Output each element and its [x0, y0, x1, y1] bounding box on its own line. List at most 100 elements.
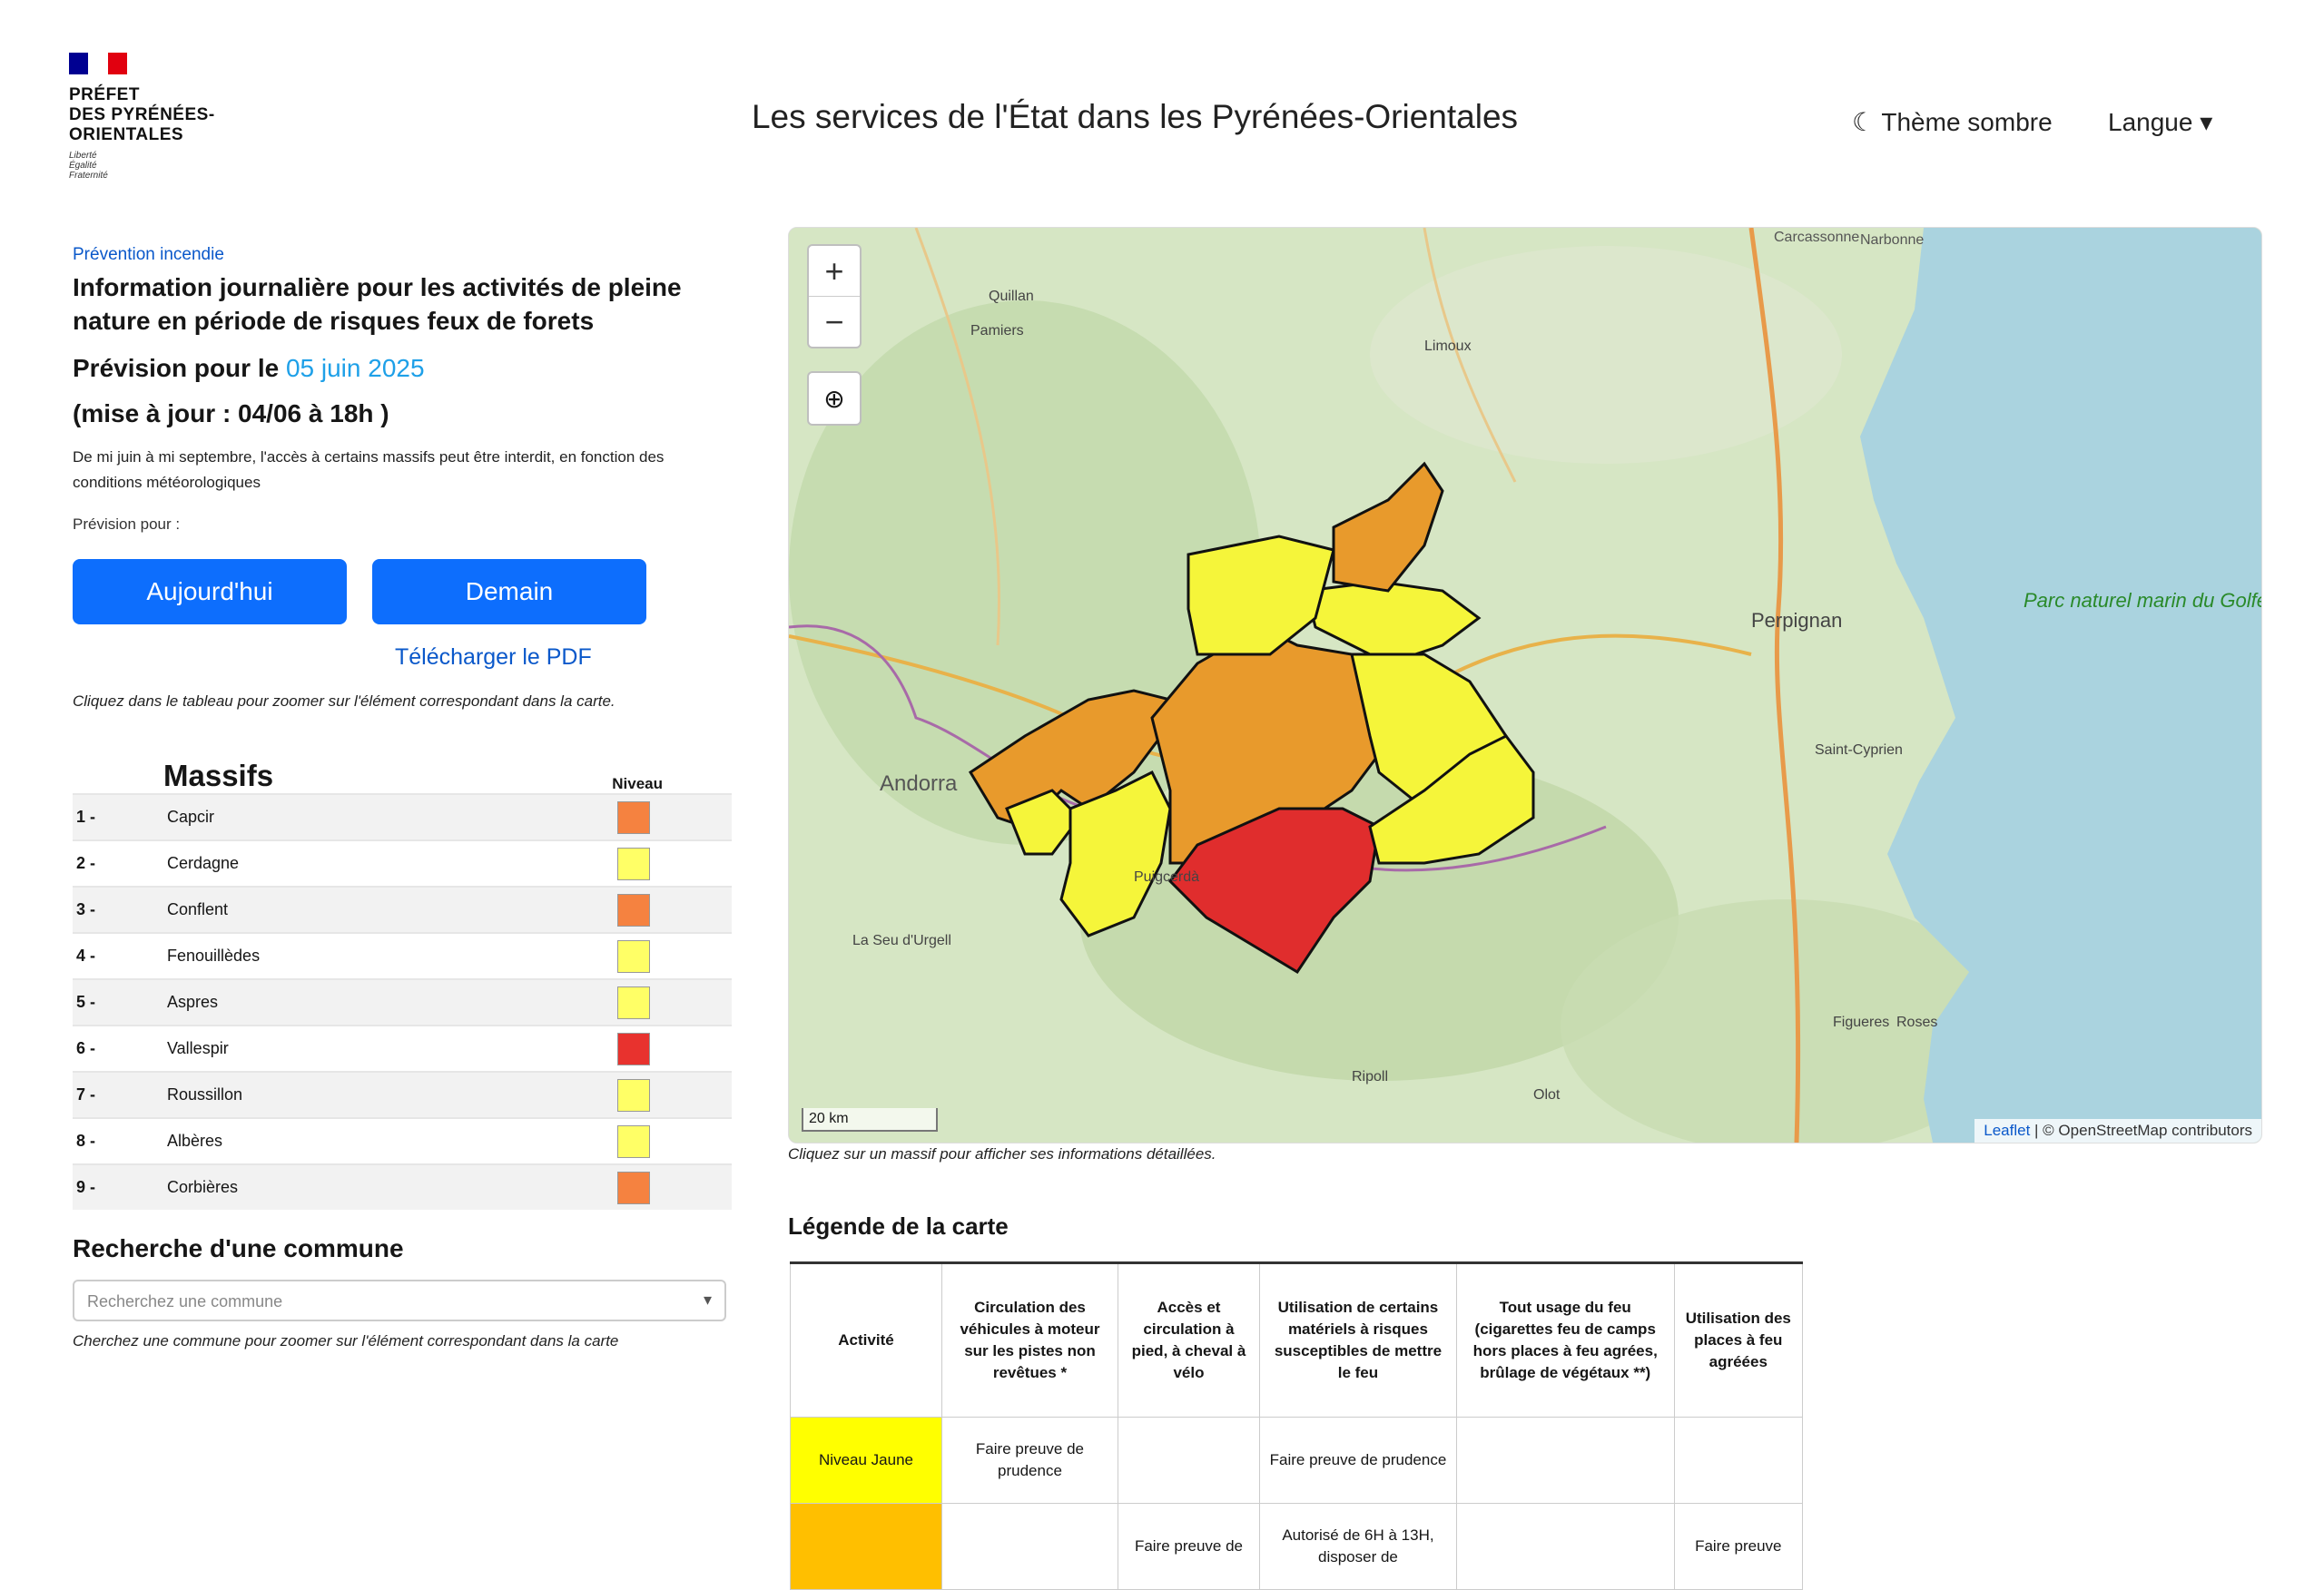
level-header: Niveau: [612, 775, 663, 792]
kicker-link[interactable]: Prévention incendie: [73, 245, 732, 265]
massif-number: 1 -: [76, 808, 96, 826]
map-label-quillan: Quillan: [989, 289, 1034, 304]
map-label-perpignan: Perpignan: [1751, 609, 1842, 632]
massif-name: Corbières: [167, 1178, 239, 1196]
forecast-for-label: Prévision pour :: [73, 515, 181, 533]
commune-search-hint: Cherchez une commune pour zoomer sur l'é…: [73, 1332, 619, 1350]
map-canvas[interactable]: Carcassonne Narbonne Perpignan Andorra S…: [789, 228, 2261, 1143]
forecast-panel: Prévention incendie Information journali…: [73, 245, 732, 711]
legend-header-acces: Accès et circulation à pied, à cheval à …: [1117, 1261, 1261, 1418]
osm-attribution: | © OpenStreetMap contributors: [2034, 1122, 2252, 1139]
legend-header-feu: Tout usage du feu (cigarettes feu de cam…: [1455, 1261, 1675, 1418]
legend-cell: Faire preuve: [1673, 1503, 1804, 1590]
logo-devise: Liberté Égalité Fraternité: [69, 151, 108, 181]
massif-number: 5 -: [76, 993, 96, 1011]
level-swatch: [617, 986, 650, 1019]
risk-map[interactable]: Carcassonne Narbonne Perpignan Andorra S…: [788, 227, 2262, 1143]
level-swatch: [617, 1078, 650, 1112]
massif-name: Cerdagne: [167, 854, 240, 872]
level-swatch: [617, 847, 650, 880]
download-pdf-link[interactable]: Télécharger le PDF: [395, 644, 732, 671]
map-label-andorra: Andorra: [880, 771, 958, 796]
legend-cell: Faire preuve de prudence: [941, 1417, 1118, 1504]
page-heading: Information journalière pour les activit…: [73, 273, 682, 335]
legend-table: Activité Circulation des véhicules à mot…: [790, 1261, 1804, 1590]
level-swatch: [617, 800, 650, 834]
legend-cell: [1117, 1417, 1261, 1504]
update-time: (mise à jour : 04/06 à 18h ): [73, 399, 389, 427]
legend-row-orange: Faire preuve de Autorisé de 6H à 13H, di…: [790, 1503, 1804, 1590]
map-label-ripoll: Ripoll: [1352, 1069, 1388, 1085]
massif-number: 3 -: [76, 900, 96, 918]
language-dropdown[interactable]: Langue ▾: [2108, 107, 2212, 137]
map-hint: Cliquez sur un massif pour afficher ses …: [788, 1145, 1216, 1163]
forecast-line: Prévision pour le 05 juin 2025: [73, 354, 732, 383]
massif-name: Conflent: [167, 900, 229, 918]
massif-number: 9 -: [76, 1178, 96, 1196]
massif-number: 7 -: [76, 1085, 96, 1104]
legend-header-places: Utilisation des places à feu agréées: [1673, 1261, 1804, 1418]
dark-theme-toggle[interactable]: ☾ Thème sombre: [1852, 107, 2053, 137]
legend-header-activite: Activité: [790, 1261, 942, 1418]
legend-level-orange: [790, 1503, 942, 1590]
map-label-pamiers: Pamiers: [970, 323, 1024, 339]
chevron-down-icon: ▾: [703, 1291, 712, 1309]
map-label-puigcerda: Puigcerdà: [1134, 869, 1199, 885]
massif-row[interactable]: 5 - Aspres: [73, 978, 732, 1025]
french-flag-icon: [69, 53, 127, 74]
massif-row[interactable]: 7 - Roussillon: [73, 1071, 732, 1117]
massif-name: Roussillon: [167, 1085, 243, 1104]
massif-row[interactable]: 3 - Conflent: [73, 886, 732, 932]
season-note: De mi juin à mi septembre, l'accès à cer…: [73, 448, 665, 491]
level-swatch: [617, 1171, 650, 1204]
legend-cell: [941, 1503, 1118, 1590]
tomorrow-button[interactable]: Demain: [372, 559, 646, 624]
massif-number: 2 -: [76, 854, 96, 872]
legend-row-jaune: Niveau Jaune Faire preuve de prudence Fa…: [790, 1417, 1804, 1504]
map-label-narbonne: Narbonne: [1860, 232, 1924, 248]
today-button[interactable]: Aujourd'hui: [73, 559, 347, 624]
legend-cell: [1673, 1417, 1804, 1504]
massifs-table: Massifs Niveau 1 - Capcir 2 - Cerdagne 3 - Co…: [73, 750, 732, 1210]
legend-title: Légende de la carte: [788, 1212, 1009, 1240]
zoom-control: + −: [807, 244, 862, 348]
commune-search-title: Recherche d'une commune: [73, 1234, 404, 1262]
map-scale: 20 km: [802, 1108, 938, 1132]
massif-row[interactable]: 2 - Cerdagne: [73, 839, 732, 886]
massif-name: Capcir: [167, 808, 215, 826]
table-hint: Cliquez dans le tableau pour zoomer sur …: [73, 692, 615, 710]
globe-icon[interactable]: ⊕: [807, 371, 862, 426]
legend-header-circulation: Circulation des véhicules à moteur sur l…: [941, 1261, 1118, 1418]
legend-cell: Faire preuve de prudence: [1259, 1417, 1457, 1504]
map-label-figueres: Figueres: [1833, 1015, 1889, 1030]
massif-name: Albères: [167, 1132, 223, 1150]
massif-name: Aspres: [167, 993, 219, 1011]
legend-level-jaune: Niveau Jaune: [790, 1417, 942, 1504]
commune-search-select[interactable]: Recherchez une commune ▾: [73, 1280, 726, 1321]
map-attribution: Leaflet | © OpenStreetMap contributors: [1974, 1119, 2261, 1143]
massif-row[interactable]: 4 - Fenouillèdes: [73, 932, 732, 978]
massif-row[interactable]: 1 - Capcir: [73, 793, 732, 839]
level-swatch: [617, 1124, 650, 1158]
commune-search-placeholder: Recherchez une commune: [87, 1292, 283, 1310]
map-label-saint-cyprien: Saint-Cyprien: [1815, 742, 1903, 758]
massif-row[interactable]: 9 - Corbières: [73, 1163, 732, 1210]
massif-row[interactable]: 8 - Albères: [73, 1117, 732, 1163]
massif-number: 6 -: [76, 1039, 96, 1057]
massif-row[interactable]: 6 - Vallespir: [73, 1025, 732, 1071]
level-swatch: [617, 1032, 650, 1065]
forecast-prefix: Prévision pour le: [73, 354, 286, 382]
level-swatch: [617, 893, 650, 927]
leaflet-link[interactable]: Leaflet: [1984, 1122, 2030, 1139]
zoom-out-button[interactable]: −: [809, 297, 860, 347]
legend-cell: [1455, 1503, 1675, 1590]
zoom-in-button[interactable]: +: [809, 246, 860, 297]
legend-header-materiels: Utilisation de certains matériels à risq…: [1259, 1261, 1457, 1418]
prefecture-logo[interactable]: PRÉFET DES PYRÉNÉES- ORIENTALES Liberté …: [69, 53, 251, 181]
map-label-parc-marin: Parc naturel marin du Golfe du Lion: [2024, 589, 2261, 612]
map-label-limoux: Limoux: [1424, 339, 1472, 354]
massif-number: 4 -: [76, 947, 96, 965]
massif-name: Vallespir: [167, 1039, 229, 1057]
map-label-seu-urgell: La Seu d'Urgell: [852, 933, 951, 948]
logo-text: PRÉFET DES PYRÉNÉES- ORIENTALES: [69, 85, 215, 144]
